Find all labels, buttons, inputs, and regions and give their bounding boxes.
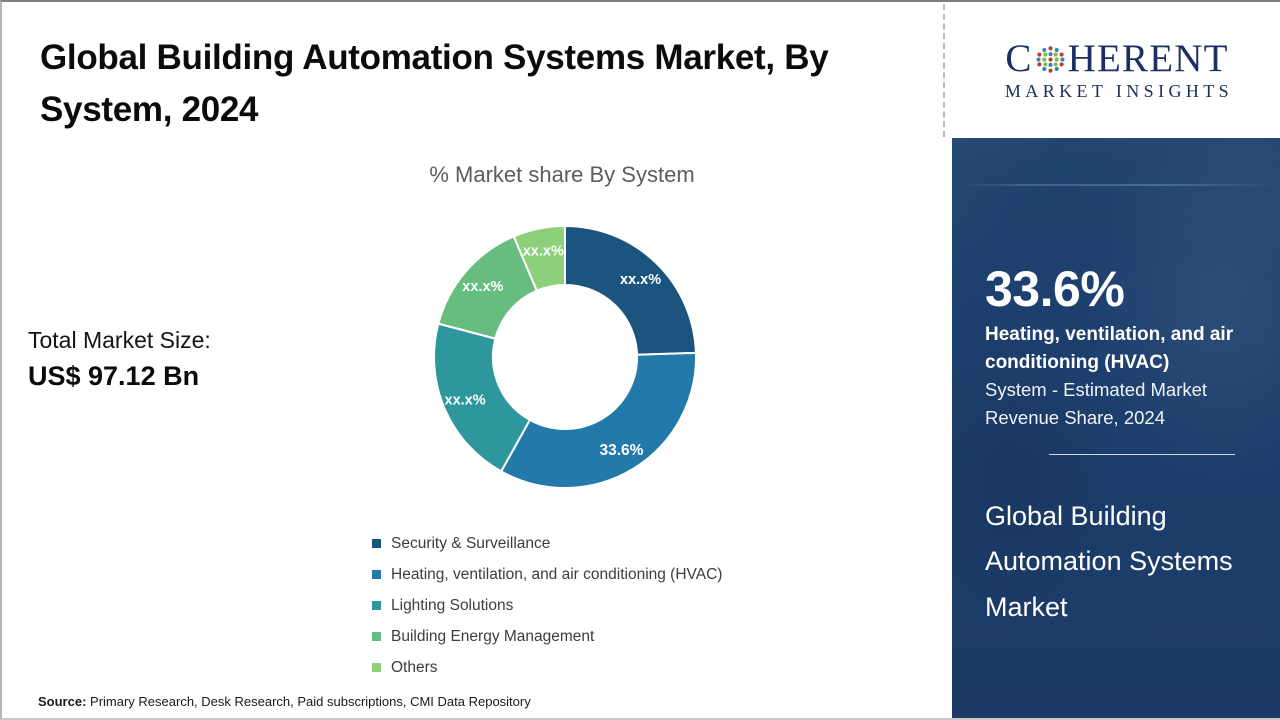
legend-swatch-icon [372, 632, 381, 641]
donut-slice-label: xx.x% [523, 244, 564, 260]
panel-background-streak [960, 184, 1280, 186]
legend-swatch-icon [372, 539, 381, 548]
legend-item[interactable]: Others [372, 652, 892, 683]
legend-swatch-icon [372, 570, 381, 579]
total-market-size-label: Total Market Size: [28, 327, 211, 353]
source-label: Source: [38, 694, 87, 709]
legend-item[interactable]: Security & Surveillance [372, 528, 892, 559]
legend-item[interactable]: Lighting Solutions [372, 590, 892, 621]
highlight-stat-description-bold: Heating, ventilation, and air conditioni… [985, 324, 1234, 373]
legend-swatch-icon [372, 601, 381, 610]
legend-item-label: Heating, ventilation, and air conditioni… [391, 565, 723, 583]
chart-subtitle: % Market share By System [429, 162, 695, 187]
brand-logo-inner: C HERENT MARKET INSIGHTS [1001, 39, 1233, 102]
brand-logo-tagline: MARKET INSIGHTS [1004, 80, 1234, 101]
legend-item-label: Security & Surveillance [391, 534, 551, 552]
dashed-divider [943, 4, 945, 137]
chart-legend: Security & Surveillance Heating, ventilat… [372, 528, 892, 683]
donut-slice-label: xx.x% [620, 272, 661, 288]
legend-item[interactable]: Building Energy Management [372, 621, 892, 652]
highlight-stat-block: 33.6% Heating, ventilation, and air cond… [985, 261, 1250, 455]
donut-chart-svg: xx.x% 33.6% xx.x% xx.x% xx.x% [434, 226, 696, 488]
right-side-panel: C HERENT MARKET INSIGHTS 33.6% Heating, … [952, 2, 1280, 718]
main-content-area: Global Building Automation Systems Marke… [2, 2, 950, 718]
total-market-size-block: Total Market Size: US$ 97.12 Bn [28, 326, 328, 394]
source-line: Source: Primary Research, Desk Research,… [38, 694, 531, 709]
brand-logo-letter-c: C [1005, 36, 1033, 80]
donut-slice-label: 33.6% [599, 442, 643, 459]
highlight-stat-description: System - Estimated Market Revenue Share,… [985, 379, 1208, 429]
legend-item-label: Building Energy Management [391, 627, 595, 645]
globe-dots-icon [1034, 43, 1067, 76]
infographic-page: Global Building Automation Systems Marke… [0, 0, 1280, 720]
highlight-stat-value: 33.6% [985, 261, 1125, 317]
donut-slice-label: xx.x% [445, 393, 486, 409]
brand-logo-wordmark: C HERENT [1001, 39, 1233, 78]
panel-market-name: Global Building Automation Systems Marke… [985, 501, 1233, 622]
donut-slice-group [434, 226, 696, 488]
page-title: Global Building Automation Systems Marke… [40, 38, 829, 129]
total-market-size-value: US$ 97.12 Bn [28, 360, 200, 391]
legend-swatch-icon [372, 663, 381, 672]
source-text: Primary Research, Desk Research, Paid su… [86, 694, 531, 709]
donut-slice [564, 226, 696, 356]
highlight-stat-divider [1049, 454, 1235, 455]
brand-logo-letters-herent: HERENT [1067, 36, 1229, 80]
donut-slice-label: xx.x% [462, 279, 503, 295]
legend-item-label: Others [391, 658, 438, 676]
brand-logo[interactable]: C HERENT MARKET INSIGHTS [952, 2, 1280, 138]
donut-chart: xx.x% 33.6% xx.x% xx.x% xx.x% [434, 226, 696, 488]
legend-item-label: Lighting Solutions [391, 596, 514, 614]
legend-item[interactable]: Heating, ventilation, and air conditioni… [372, 559, 892, 590]
